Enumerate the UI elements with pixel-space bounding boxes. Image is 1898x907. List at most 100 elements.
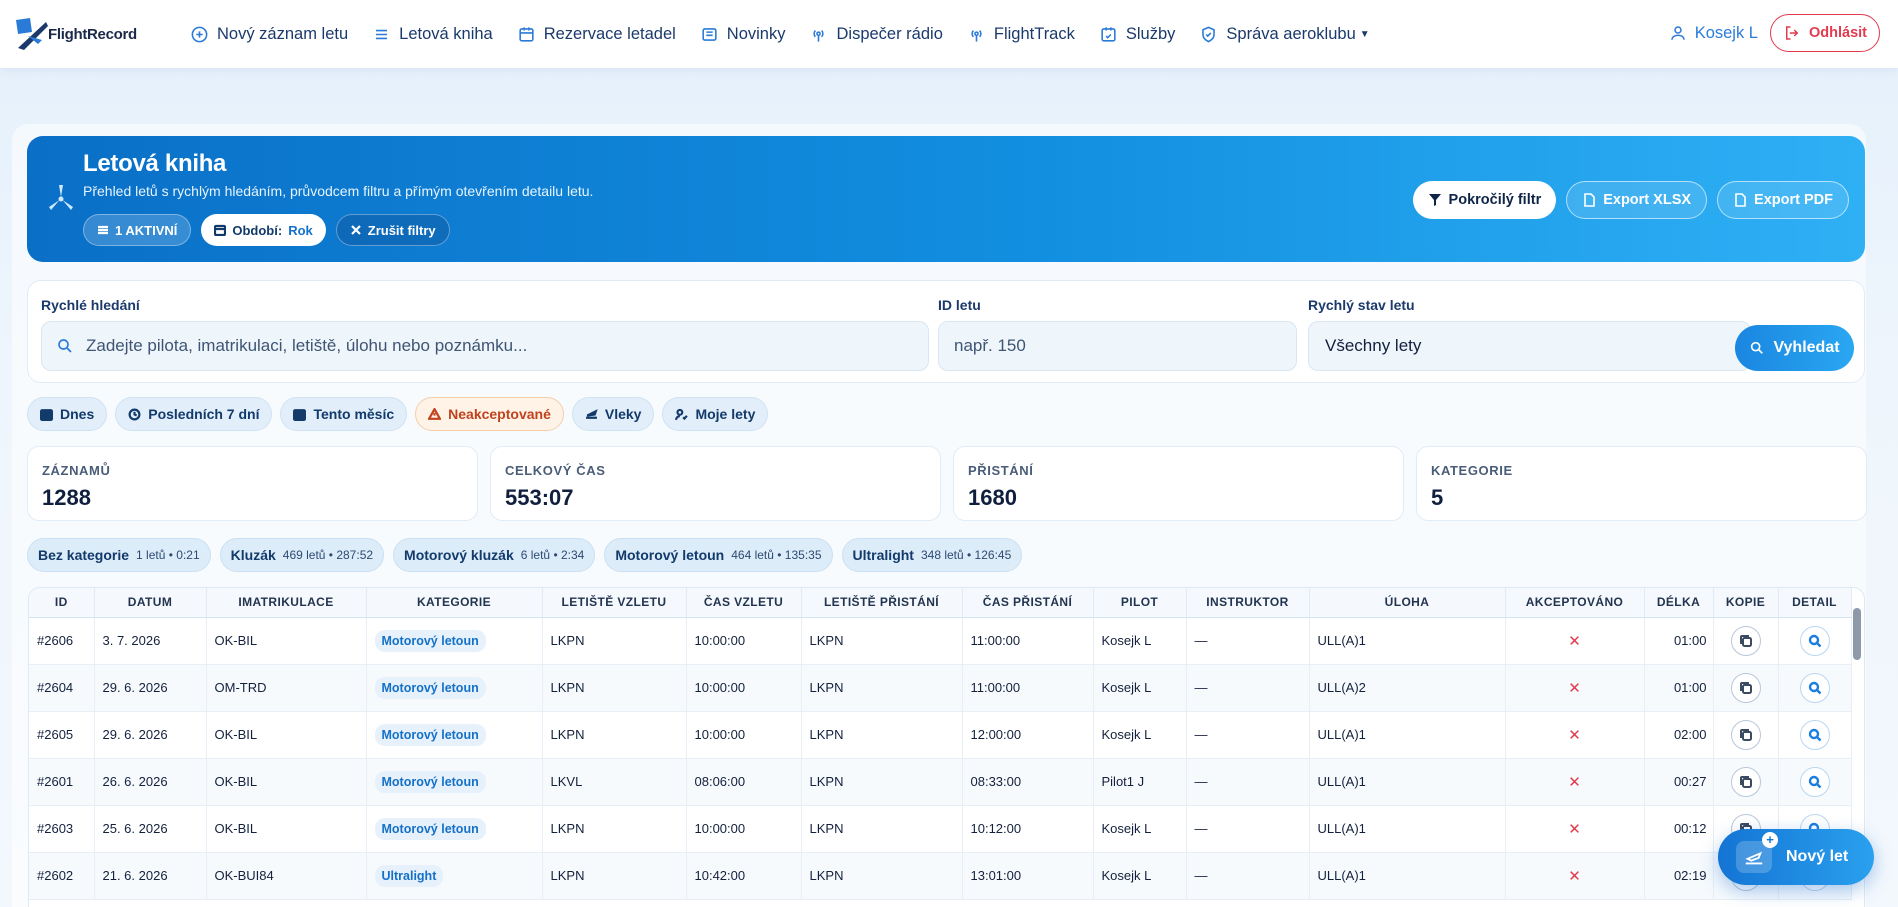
- cell-to: LKPN: [801, 617, 963, 665]
- export-xlsx-label: Export XLSX: [1603, 192, 1692, 208]
- cell-task: ULL(A)1: [1309, 852, 1506, 900]
- cell-cat: Motorový letoun: [366, 805, 543, 853]
- nav-flighttrack[interactable]: FlightTrack: [955, 14, 1087, 54]
- flight-detail-button[interactable]: [1799, 766, 1830, 797]
- column-header[interactable]: DATUM: [94, 588, 207, 618]
- quick-filters: Dnes Posledních 7 dní Tento měsíc Neakce…: [27, 397, 769, 431]
- copy-flight-button[interactable]: [1730, 766, 1761, 797]
- flight-status-select[interactable]: Všechny lety: [1308, 321, 1751, 371]
- table-row[interactable]: #2601 26. 6. 2026 OK-BIL Motorový letoun LKV…: [29, 758, 1852, 806]
- column-header[interactable]: IMATRIKULACE: [206, 588, 367, 618]
- cell-reg: OK-BIL: [206, 758, 367, 806]
- cell-reg: OM-TRD: [206, 664, 367, 712]
- stat-value: 553:07: [505, 485, 574, 510]
- table-row[interactable]: #2605 29. 6. 2026 OK-BIL Motorový letoun LKP…: [29, 711, 1852, 759]
- advanced-filter-label: Pokročilý filtr: [1448, 192, 1542, 208]
- column-header[interactable]: AKCEPTOVÁNO: [1505, 588, 1645, 618]
- clear-filters-chip[interactable]: Zrušit filtry: [335, 214, 450, 246]
- cell-id: #2601: [29, 758, 95, 806]
- quick-filter-last7[interactable]: Posledních 7 dní: [115, 397, 273, 431]
- flight-detail-button[interactable]: [1799, 719, 1830, 750]
- category-chip[interactable]: Bez kategorie 1 letů • 0:21: [27, 538, 211, 572]
- quick-filter-unaccepted[interactable]: Neakceptované: [415, 397, 564, 431]
- cell-cat: Motorový letoun: [366, 758, 543, 806]
- nav-reservations[interactable]: Rezervace letadel: [505, 14, 688, 54]
- cell-arr: 13:01:00: [962, 852, 1094, 900]
- category-meta: 1 letů • 0:21: [136, 548, 200, 562]
- column-header: DETAIL: [1778, 588, 1852, 618]
- cell-pilot: Kosejk L: [1093, 617, 1187, 665]
- export-xlsx-button[interactable]: Export XLSX: [1566, 181, 1708, 219]
- nav-services[interactable]: Služby: [1087, 14, 1188, 54]
- file-excel-icon: [1584, 193, 1596, 207]
- brand[interactable]: FlightRecord: [12, 14, 162, 54]
- category-chip[interactable]: Motorový kluzák 6 letů • 2:34: [393, 538, 596, 572]
- search-icon: [1808, 775, 1821, 788]
- not-accepted-icon: ✕: [1568, 867, 1581, 885]
- quick-filter-this-month[interactable]: Tento měsíc: [280, 397, 408, 431]
- filter-icon: [1428, 194, 1441, 206]
- flight-id-input[interactable]: např. 150: [938, 321, 1297, 371]
- table-row[interactable]: #2604 29. 6. 2026 OM-TRD Motorový letoun LKP…: [29, 664, 1852, 712]
- copy-flight-button[interactable]: [1730, 719, 1761, 750]
- not-accepted-icon: ✕: [1568, 726, 1581, 744]
- quick-filter-tows[interactable]: Vleky: [571, 397, 655, 431]
- user-profile-link[interactable]: Kosejk L: [1669, 24, 1758, 43]
- table-row[interactable]: #2606 3. 7. 2026 OK-BIL Motorový letoun LKPN…: [29, 617, 1852, 665]
- cell-id: #2604: [29, 664, 95, 712]
- column-header[interactable]: LETIŠTĚ VZLETU: [542, 588, 687, 618]
- cell-copy: [1713, 758, 1779, 806]
- cell-cat: Motorový letoun: [366, 664, 543, 712]
- table-scrollbar[interactable]: [1853, 608, 1861, 660]
- category-chip[interactable]: Ultralight 348 letů • 126:45: [841, 538, 1023, 572]
- nav-logbook[interactable]: Letová kniha: [360, 14, 505, 54]
- period-chip[interactable]: Období: Rok: [201, 214, 326, 246]
- column-header[interactable]: LETIŠTĚ PŘISTÁNÍ: [801, 588, 963, 618]
- column-header[interactable]: INSTRUKTOR: [1186, 588, 1310, 618]
- column-header[interactable]: ČAS VZLETU: [686, 588, 802, 618]
- column-header[interactable]: PILOT: [1093, 588, 1187, 618]
- search-button[interactable]: Vyhledat: [1735, 325, 1854, 371]
- nav-new-record[interactable]: Nový záznam letu: [178, 14, 360, 54]
- active-filters-chip[interactable]: 1 AKTIVNÍ: [83, 214, 192, 246]
- nav-dispatch-radio[interactable]: Dispečer rádio: [797, 14, 954, 54]
- table-row[interactable]: #2603 25. 6. 2026 OK-BIL Motorový letoun LKP…: [29, 805, 1852, 853]
- flight-detail-button[interactable]: [1799, 672, 1830, 703]
- new-flight-fab[interactable]: + Nový let: [1718, 829, 1874, 885]
- logout-button[interactable]: Odhlásit: [1769, 14, 1880, 52]
- calendar-icon: [40, 408, 53, 421]
- quick-search-input[interactable]: Zadejte pilota, imatrikulaci, letiště, ú…: [41, 321, 929, 371]
- cell-reg: OK-BIL: [206, 711, 367, 759]
- column-header[interactable]: ÚLOHA: [1309, 588, 1506, 618]
- sliders-icon: [98, 225, 108, 235]
- flight-detail-button[interactable]: [1799, 625, 1830, 656]
- quick-filter-my-flights[interactable]: Moje lety: [662, 397, 769, 431]
- cell-id: #2606: [29, 617, 95, 665]
- cell-to: LKPN: [801, 664, 963, 712]
- copy-flight-button[interactable]: [1730, 625, 1761, 656]
- not-accepted-icon: ✕: [1568, 679, 1581, 697]
- search-panel: Rychlé hledání Zadejte pilota, imatrikul…: [27, 280, 1865, 383]
- user-name: Kosejk L: [1694, 23, 1758, 42]
- category-chip[interactable]: Motorový letoun 464 letů • 135:35: [604, 538, 833, 572]
- table-row[interactable]: #2602 21. 6. 2026 OK-BUI84 Ultralight LKPN 10…: [29, 852, 1852, 900]
- cell-id: #2602: [29, 852, 95, 900]
- column-header[interactable]: DÉLKA: [1644, 588, 1714, 618]
- cell-acc: ✕: [1505, 852, 1645, 900]
- logout-label: Odhlásit: [1808, 25, 1867, 41]
- column-header[interactable]: ID: [29, 588, 95, 618]
- copy-flight-button[interactable]: [1730, 672, 1761, 703]
- quick-filter-today[interactable]: Dnes: [27, 397, 108, 431]
- category-chip[interactable]: Kluzák 469 letů • 287:52: [219, 538, 385, 572]
- search-icon: [1751, 341, 1764, 354]
- nav-news[interactable]: Novinky: [688, 14, 798, 54]
- nav-club-admin[interactable]: Správa aeroklubu ▼: [1187, 14, 1381, 54]
- export-pdf-button[interactable]: Export PDF: [1717, 181, 1849, 219]
- cell-from: LKPN: [542, 852, 687, 900]
- advanced-filter-button[interactable]: Pokročilý filtr: [1412, 181, 1557, 219]
- stat-value: 1288: [42, 485, 91, 510]
- cell-date: 29. 6. 2026: [94, 711, 207, 759]
- cell-detail: [1778, 711, 1852, 759]
- column-header[interactable]: ČAS PŘISTÁNÍ: [962, 588, 1094, 618]
- column-header[interactable]: KATEGORIE: [366, 588, 543, 618]
